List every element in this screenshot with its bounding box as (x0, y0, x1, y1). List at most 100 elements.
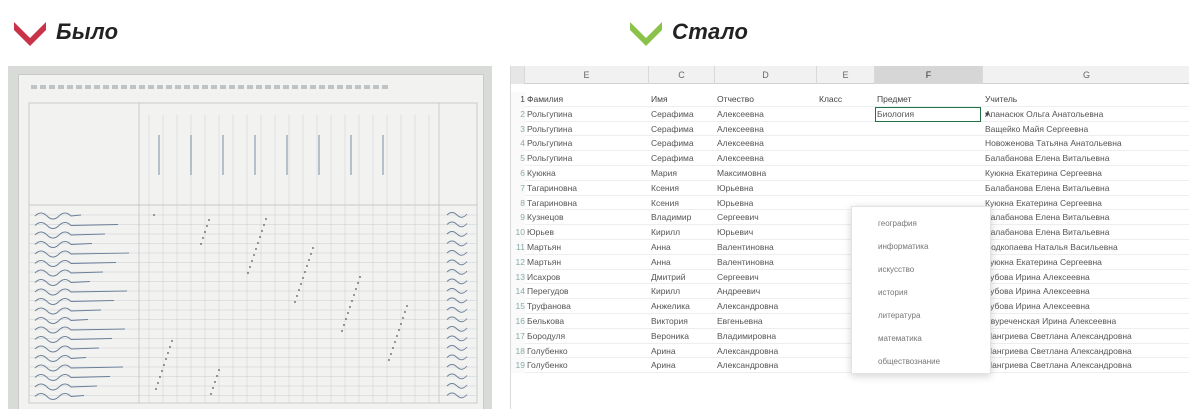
table-cell[interactable]: Анжелика (651, 299, 715, 314)
table-cell[interactable]: Рольгупина (527, 107, 649, 122)
row-number[interactable]: 19 (511, 358, 525, 374)
active-cell-border[interactable] (875, 106, 981, 122)
table-cell[interactable]: Александровна (717, 344, 817, 359)
table-cell[interactable]: Бородуля (527, 329, 649, 344)
row-number[interactable]: 9 (511, 210, 525, 226)
table-cell[interactable]: Максимовна (717, 166, 817, 181)
data-validation-dropdown[interactable]: география информатика искусство история лите… (851, 206, 991, 374)
dropdown-option[interactable]: информатика (878, 240, 928, 254)
header-cell[interactable]: Класс (819, 92, 875, 107)
table-cell[interactable]: Вероника (651, 329, 715, 344)
table-cell[interactable]: Двуреченская Ирина Алексеевна (985, 314, 1189, 329)
table-cell[interactable]: Труфанова (527, 299, 649, 314)
table-cell[interactable]: Рольгупина (527, 136, 649, 151)
table-cell[interactable]: Кирилл (651, 284, 715, 299)
row-number[interactable]: 15 (511, 299, 525, 314)
table-cell[interactable]: Серафима (651, 107, 715, 122)
table-cell[interactable]: Виктория (651, 314, 715, 329)
row-number[interactable]: 5 (511, 151, 525, 166)
table-cell[interactable]: Голубенко (527, 358, 649, 373)
table-cell[interactable]: Зубова Ирина Алексеевна (985, 270, 1189, 285)
dropdown-option[interactable]: история (878, 286, 908, 300)
column-header[interactable]: G (983, 66, 1189, 84)
row-number[interactable]: 18 (511, 343, 525, 359)
table-cell[interactable]: Куюкна Екатерина Сергеевна (985, 255, 1189, 270)
table-cell[interactable]: Балабанова Елена Витальевна (985, 181, 1189, 196)
table-cell[interactable]: Валентиновна (717, 240, 817, 255)
table-cell[interactable]: Анна (651, 240, 715, 255)
table-cell[interactable]: Рольгупина (527, 151, 649, 166)
table-cell[interactable]: Кирилл (651, 225, 715, 240)
table-cell[interactable]: Зубова Ирина Алексеевна (985, 284, 1189, 299)
table-cell[interactable]: Мартьян (527, 240, 649, 255)
table-cell[interactable]: Кузнецов (527, 210, 649, 225)
table-cell[interactable]: Евгеньевна (717, 314, 817, 329)
table-cell[interactable]: Куюкна (527, 166, 649, 181)
table-cell[interactable] (877, 136, 983, 151)
table-cell[interactable]: Подкопаева Наталья Васильевна (985, 240, 1189, 255)
table-cell[interactable] (819, 151, 875, 166)
header-cell[interactable]: Фамилия (527, 92, 649, 107)
table-cell[interactable]: Владимир (651, 210, 715, 225)
table-cell[interactable] (877, 151, 983, 166)
column-header[interactable]: E (817, 66, 875, 84)
table-cell[interactable] (819, 122, 875, 137)
table-cell[interactable]: Рольгупина (527, 122, 649, 137)
dropdown-option[interactable]: математика (878, 332, 922, 346)
table-cell[interactable]: Юрьев (527, 225, 649, 240)
table-cell[interactable]: Балабанова Елена Витальевна (985, 210, 1189, 225)
row-number[interactable]: 16 (511, 313, 525, 329)
table-cell[interactable]: Перегудов (527, 284, 649, 299)
select-all-corner[interactable] (511, 66, 525, 84)
table-cell[interactable]: Алексеевна (717, 136, 817, 151)
table-cell[interactable]: Ващейко Майя Сергеевна (985, 122, 1189, 137)
dropdown-arrow-icon[interactable]: ▾ (985, 107, 993, 122)
table-cell[interactable]: Мария (651, 166, 715, 181)
table-cell[interactable]: Мартьян (527, 255, 649, 270)
table-cell[interactable]: Исахров (527, 270, 649, 285)
table-cell[interactable]: Голубенко (527, 344, 649, 359)
row-number[interactable]: 12 (511, 254, 525, 270)
table-cell[interactable]: Валентиновна (717, 255, 817, 270)
table-cell[interactable]: Серафима (651, 122, 715, 137)
table-cell[interactable]: Балабанова Елена Витальевна (985, 225, 1189, 240)
table-cell[interactable]: Сергеевич (717, 270, 817, 285)
table-cell[interactable]: Арина (651, 344, 715, 359)
table-cell[interactable]: Андреевич (717, 284, 817, 299)
table-cell[interactable]: Алексеевна (717, 122, 817, 137)
table-cell[interactable]: Алексеевна (717, 107, 817, 122)
column-header[interactable]: E (525, 66, 649, 84)
row-number[interactable]: 11 (511, 239, 525, 255)
table-cell[interactable]: Ксения (651, 181, 715, 196)
table-cell[interactable]: Анна (651, 255, 715, 270)
row-number[interactable]: 2 (511, 106, 525, 122)
table-cell[interactable]: Алексеевна (717, 151, 817, 166)
table-cell[interactable]: Владимировна (717, 329, 817, 344)
row-number[interactable]: 7 (511, 180, 525, 196)
table-cell[interactable]: Мангриева Светлана Александровна (985, 329, 1189, 344)
dropdown-option[interactable]: искусство (878, 263, 914, 277)
table-cell[interactable]: Апанасюк Ольга Анатольевна (985, 107, 1189, 122)
header-cell[interactable]: Имя (651, 92, 715, 107)
table-cell[interactable]: Сергеевич (717, 210, 817, 225)
table-cell[interactable] (877, 166, 983, 181)
dropdown-option[interactable]: литература (878, 309, 920, 323)
table-cell[interactable] (819, 181, 875, 196)
dropdown-option[interactable]: география (878, 217, 917, 231)
table-cell[interactable]: Серафима (651, 136, 715, 151)
table-cell[interactable]: Юрьевна (717, 181, 817, 196)
table-cell[interactable]: Юрьевич (717, 225, 817, 240)
table-cell[interactable]: Балабанова Елена Витальевна (985, 151, 1189, 166)
table-cell[interactable]: Новоженова Татьяна Анатольевна (985, 136, 1189, 151)
table-cell[interactable]: Арина (651, 358, 715, 373)
table-cell[interactable]: Юрьевна (717, 196, 817, 211)
table-cell[interactable]: Куюкна Екатерина Сергеевна (985, 166, 1189, 181)
row-number[interactable]: 4 (511, 136, 525, 152)
table-cell[interactable] (819, 136, 875, 151)
table-cell[interactable]: Зубова Ирина Алексеевна (985, 299, 1189, 314)
row-number[interactable]: 10 (511, 225, 525, 240)
row-number[interactable]: 14 (511, 284, 525, 300)
table-cell[interactable]: Александровна (717, 358, 817, 373)
header-cell[interactable]: Учитель (985, 92, 1189, 107)
header-cell[interactable]: Предмет (877, 92, 983, 107)
